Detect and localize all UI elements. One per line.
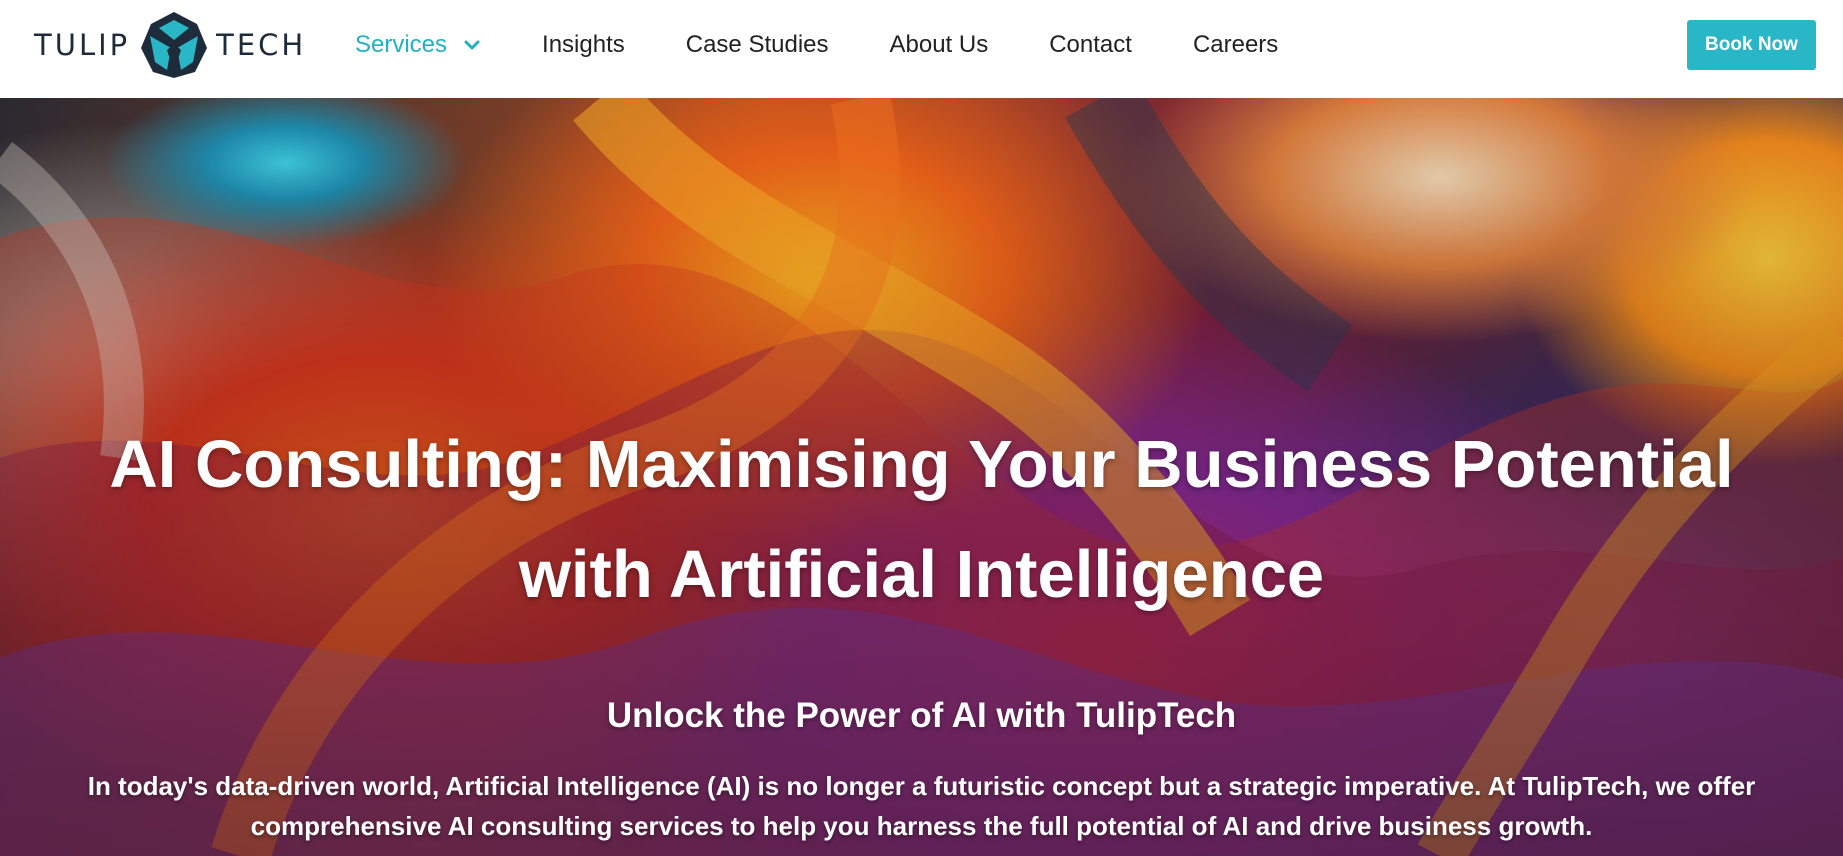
nav-item-contact[interactable]: Contact xyxy=(1049,31,1132,59)
logo-text-left: TULIP xyxy=(34,27,131,62)
logo-text-right: TECH xyxy=(216,27,307,62)
chevron-down-icon xyxy=(464,40,480,50)
hero-subtitle: Unlock the Power of AI with TulipTech xyxy=(606,696,1237,735)
main-nav: Services Insights Case Studies About Us … xyxy=(355,0,1339,90)
hero-title: AI Consulting: Maximising Your Business … xyxy=(109,427,1734,612)
site-header: TULIP TECH Services Insights Case Studie… xyxy=(0,0,1843,98)
hero-description: In today's data-driven world, Artificial… xyxy=(87,771,1756,841)
tuliptech-diamond-logo-icon xyxy=(141,12,208,78)
nav-item-about-us[interactable]: About Us xyxy=(890,31,989,59)
book-now-button[interactable]: Book Now xyxy=(1687,20,1816,70)
nav-item-services[interactable]: Services xyxy=(355,31,481,59)
tuliptech-logo[interactable]: TULIP TECH xyxy=(34,10,310,80)
hero-section: AI Consulting: Maximising Your Business … xyxy=(0,98,1843,856)
nav-item-case-studies[interactable]: Case Studies xyxy=(686,31,829,59)
nav-item-insights[interactable]: Insights xyxy=(542,31,625,59)
nav-item-careers[interactable]: Careers xyxy=(1193,31,1278,59)
nav-item-label: Services xyxy=(355,31,448,58)
